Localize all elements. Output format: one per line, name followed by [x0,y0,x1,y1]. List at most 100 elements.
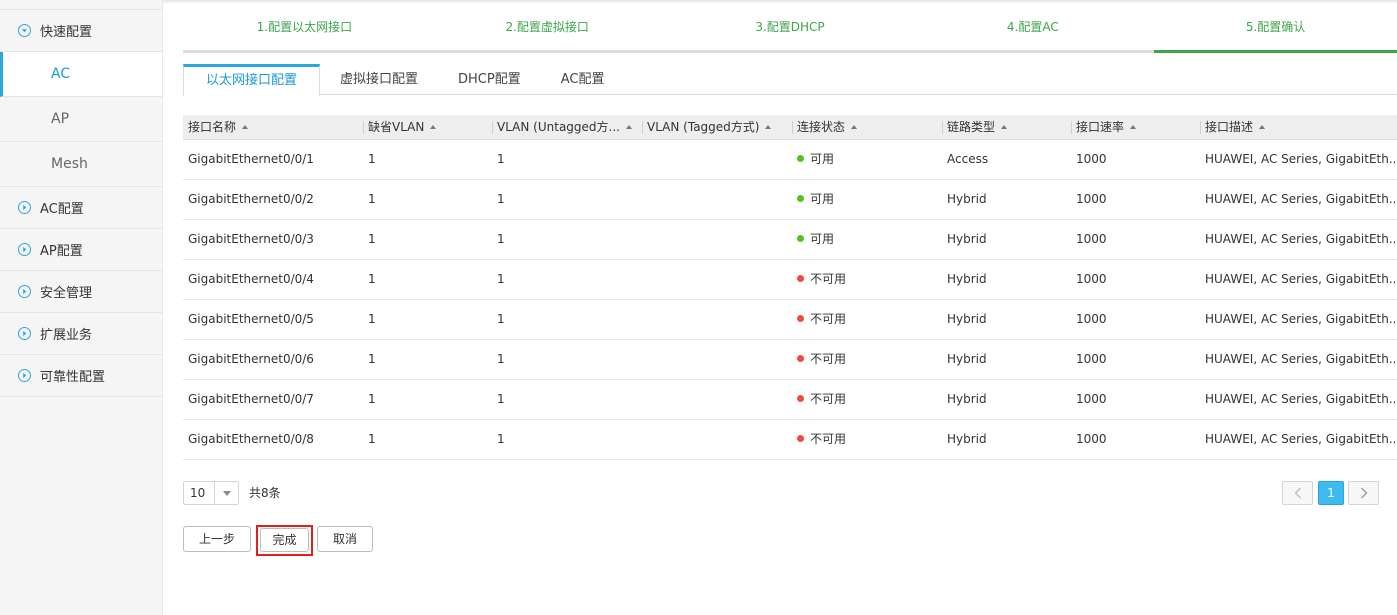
step-confirm[interactable]: 5.配置确认 [1154,16,1397,53]
table-row[interactable]: GigabitEthernet0/0/2 1 1 可用 Hybrid 1000 HUAWEI… [183,180,1397,220]
page-size-value: 10 [190,486,206,500]
cell-text: 1 [368,192,376,206]
cell-text: GigabitEthernet0/0/7 [188,392,314,406]
table-cell-link-status: 不可用 [792,300,942,339]
table-cell-vlan-tagged [642,220,792,259]
table-header-col-description[interactable]: 接口描述 [1200,115,1397,139]
page-size-select[interactable]: 10 [183,481,239,505]
table-cell-port-speed: 1000 [1071,180,1200,219]
table-cell-link-type: Access [942,140,1071,179]
table-header-col-port-speed[interactable]: 接口速率 [1071,115,1200,139]
cell-text: Hybrid [947,432,987,446]
table-cell-interface-name: GigabitEthernet0/0/8 [183,420,363,459]
table-cell-interface-name: GigabitEthernet0/0/1 [183,140,363,179]
next-page-button[interactable] [1348,481,1379,505]
tab-dhcp-config[interactable]: DHCP配置 [438,64,541,95]
sort-asc-icon [430,124,437,129]
prev-page-button[interactable] [1282,481,1313,505]
cell-text: Hybrid [947,312,987,326]
cell-text: 1000 [1076,312,1107,326]
cell-text: 1 [497,432,505,446]
table-header-col-link-status[interactable]: 连接状态 [792,115,942,139]
tab-virtual-interface-config[interactable]: 虚拟接口配置 [320,64,438,95]
table-row[interactable]: GigabitEthernet0/0/3 1 1 可用 Hybrid 1000 HUAWEI… [183,220,1397,260]
cell-text: 可用 [810,232,835,246]
tab-ethernet-config[interactable]: 以太网接口配置 [183,64,320,96]
total-count: 共8条 [249,486,281,500]
table-cell-port-speed: 1000 [1071,300,1200,339]
step-ac[interactable]: 4.配置AC [911,16,1155,53]
table-header-col-link-type[interactable]: 链路类型 [942,115,1071,139]
cell-text: HUAWEI, AC Series, GigabitEth... [1205,312,1397,326]
sidebar-item-label: 快速配置 [40,25,93,40]
chevron-right-circle-icon [18,327,31,340]
table-cell-vlan-untagged: 1 [492,140,642,179]
header-label: 接口速率 [1076,120,1125,134]
cancel-button[interactable]: 取消 [317,526,373,552]
table-header-col-default-vlan[interactable]: 缺省VLAN [363,115,492,139]
table-cell-vlan-tagged [642,300,792,339]
table-cell-default-vlan: 1 [363,180,492,219]
sidebar-subitem-mesh[interactable]: Mesh [0,142,162,187]
step-dhcp[interactable]: 3.配置DHCP [668,16,912,53]
cell-text: 1 [497,232,505,246]
header-label: 接口描述 [1205,120,1254,134]
table-cell-vlan-tagged [642,140,792,179]
sidebar-subitem-ap[interactable]: AP [0,97,162,142]
table-cell-description: HUAWEI, AC Series, GigabitEth... [1200,300,1397,339]
table-cell-link-status: 不可用 [792,380,942,419]
header-label: VLAN (Untagged方... [497,120,620,134]
status-dot-icon [797,395,804,402]
table-row[interactable]: GigabitEthernet0/0/7 1 1 不可用 Hybrid 1000 HUAWE… [183,380,1397,420]
sidebar-item-security[interactable]: 安全管理 [0,271,162,313]
table-cell-interface-name: GigabitEthernet0/0/5 [183,300,363,339]
cell-text: 1000 [1076,272,1107,286]
step-ethernet[interactable]: 1.配置以太网接口 [183,16,426,53]
table-cell-default-vlan: 1 [363,300,492,339]
cell-text: 1000 [1076,232,1107,246]
table-cell-link-status: 不可用 [792,420,942,459]
sidebar-item-label: 扩展业务 [40,328,93,343]
table-cell-interface-name: GigabitEthernet0/0/6 [183,340,363,379]
cell-text: 不可用 [810,272,847,286]
sidebar-item-ac-config[interactable]: AC配置 [0,187,162,229]
tab-ac-config[interactable]: AC配置 [541,64,625,95]
cell-text: 不可用 [810,352,847,366]
table-cell-link-type: Hybrid [942,260,1071,299]
table-cell-default-vlan: 1 [363,420,492,459]
page-number-current[interactable]: 1 [1318,481,1344,505]
tab-bar: 以太网接口配置 虚拟接口配置 DHCP配置 AC配置 [183,64,1397,96]
sort-asc-icon [851,124,858,129]
previous-step-button[interactable]: 上一步 [183,526,251,552]
sidebar-item-reliability[interactable]: 可靠性配置 [0,355,162,397]
sidebar-item-ap-config[interactable]: AP配置 [0,229,162,271]
sidebar-item-quick-config[interactable]: 快速配置 [0,10,162,52]
cell-text: 1 [497,272,505,286]
table-header-col-interface-name[interactable]: 接口名称 [183,115,363,139]
cell-text: GigabitEthernet0/0/5 [188,312,314,326]
step-virtual-interface[interactable]: 2.配置虚拟接口 [425,16,669,53]
cell-text: GigabitEthernet0/0/3 [188,232,314,246]
table-row[interactable]: GigabitEthernet0/0/5 1 1 不可用 Hybrid 1000 HUAWE… [183,300,1397,340]
cell-text: HUAWEI, AC Series, GigabitEth... [1205,352,1397,366]
table-header-col-vlan-untagged[interactable]: VLAN (Untagged方... [492,115,642,139]
table-row[interactable]: GigabitEthernet0/0/6 1 1 不可用 Hybrid 1000 HUAWE… [183,340,1397,380]
cell-text: HUAWEI, AC Series, GigabitEth... [1205,192,1397,206]
table-cell-port-speed: 1000 [1071,340,1200,379]
table-header-col-vlan-tagged[interactable]: VLAN (Tagged方式) [642,115,792,139]
sidebar-top-divider [0,0,162,10]
table-row[interactable]: GigabitEthernet0/0/1 1 1 可用 Access 1000 HUAWEI… [183,140,1397,180]
cell-text: 1000 [1076,192,1107,206]
table-cell-vlan-untagged: 1 [492,380,642,419]
chevron-right-circle-icon [18,201,31,214]
sidebar-item-extended-services[interactable]: 扩展业务 [0,313,162,355]
table-cell-interface-name: GigabitEthernet0/0/3 [183,220,363,259]
cell-text: HUAWEI, AC Series, GigabitEth... [1205,232,1397,246]
sidebar-subitem-ac[interactable]: AC [0,52,162,97]
table-row[interactable]: GigabitEthernet0/0/8 1 1 不可用 Hybrid 1000 HUAWE… [183,420,1397,460]
table-cell-default-vlan: 1 [363,220,492,259]
status-dot-icon [797,315,804,322]
finish-button[interactable]: 完成 [260,528,309,552]
cell-text: 1 [497,192,505,206]
table-row[interactable]: GigabitEthernet0/0/4 1 1 不可用 Hybrid 1000 HUAWE… [183,260,1397,300]
